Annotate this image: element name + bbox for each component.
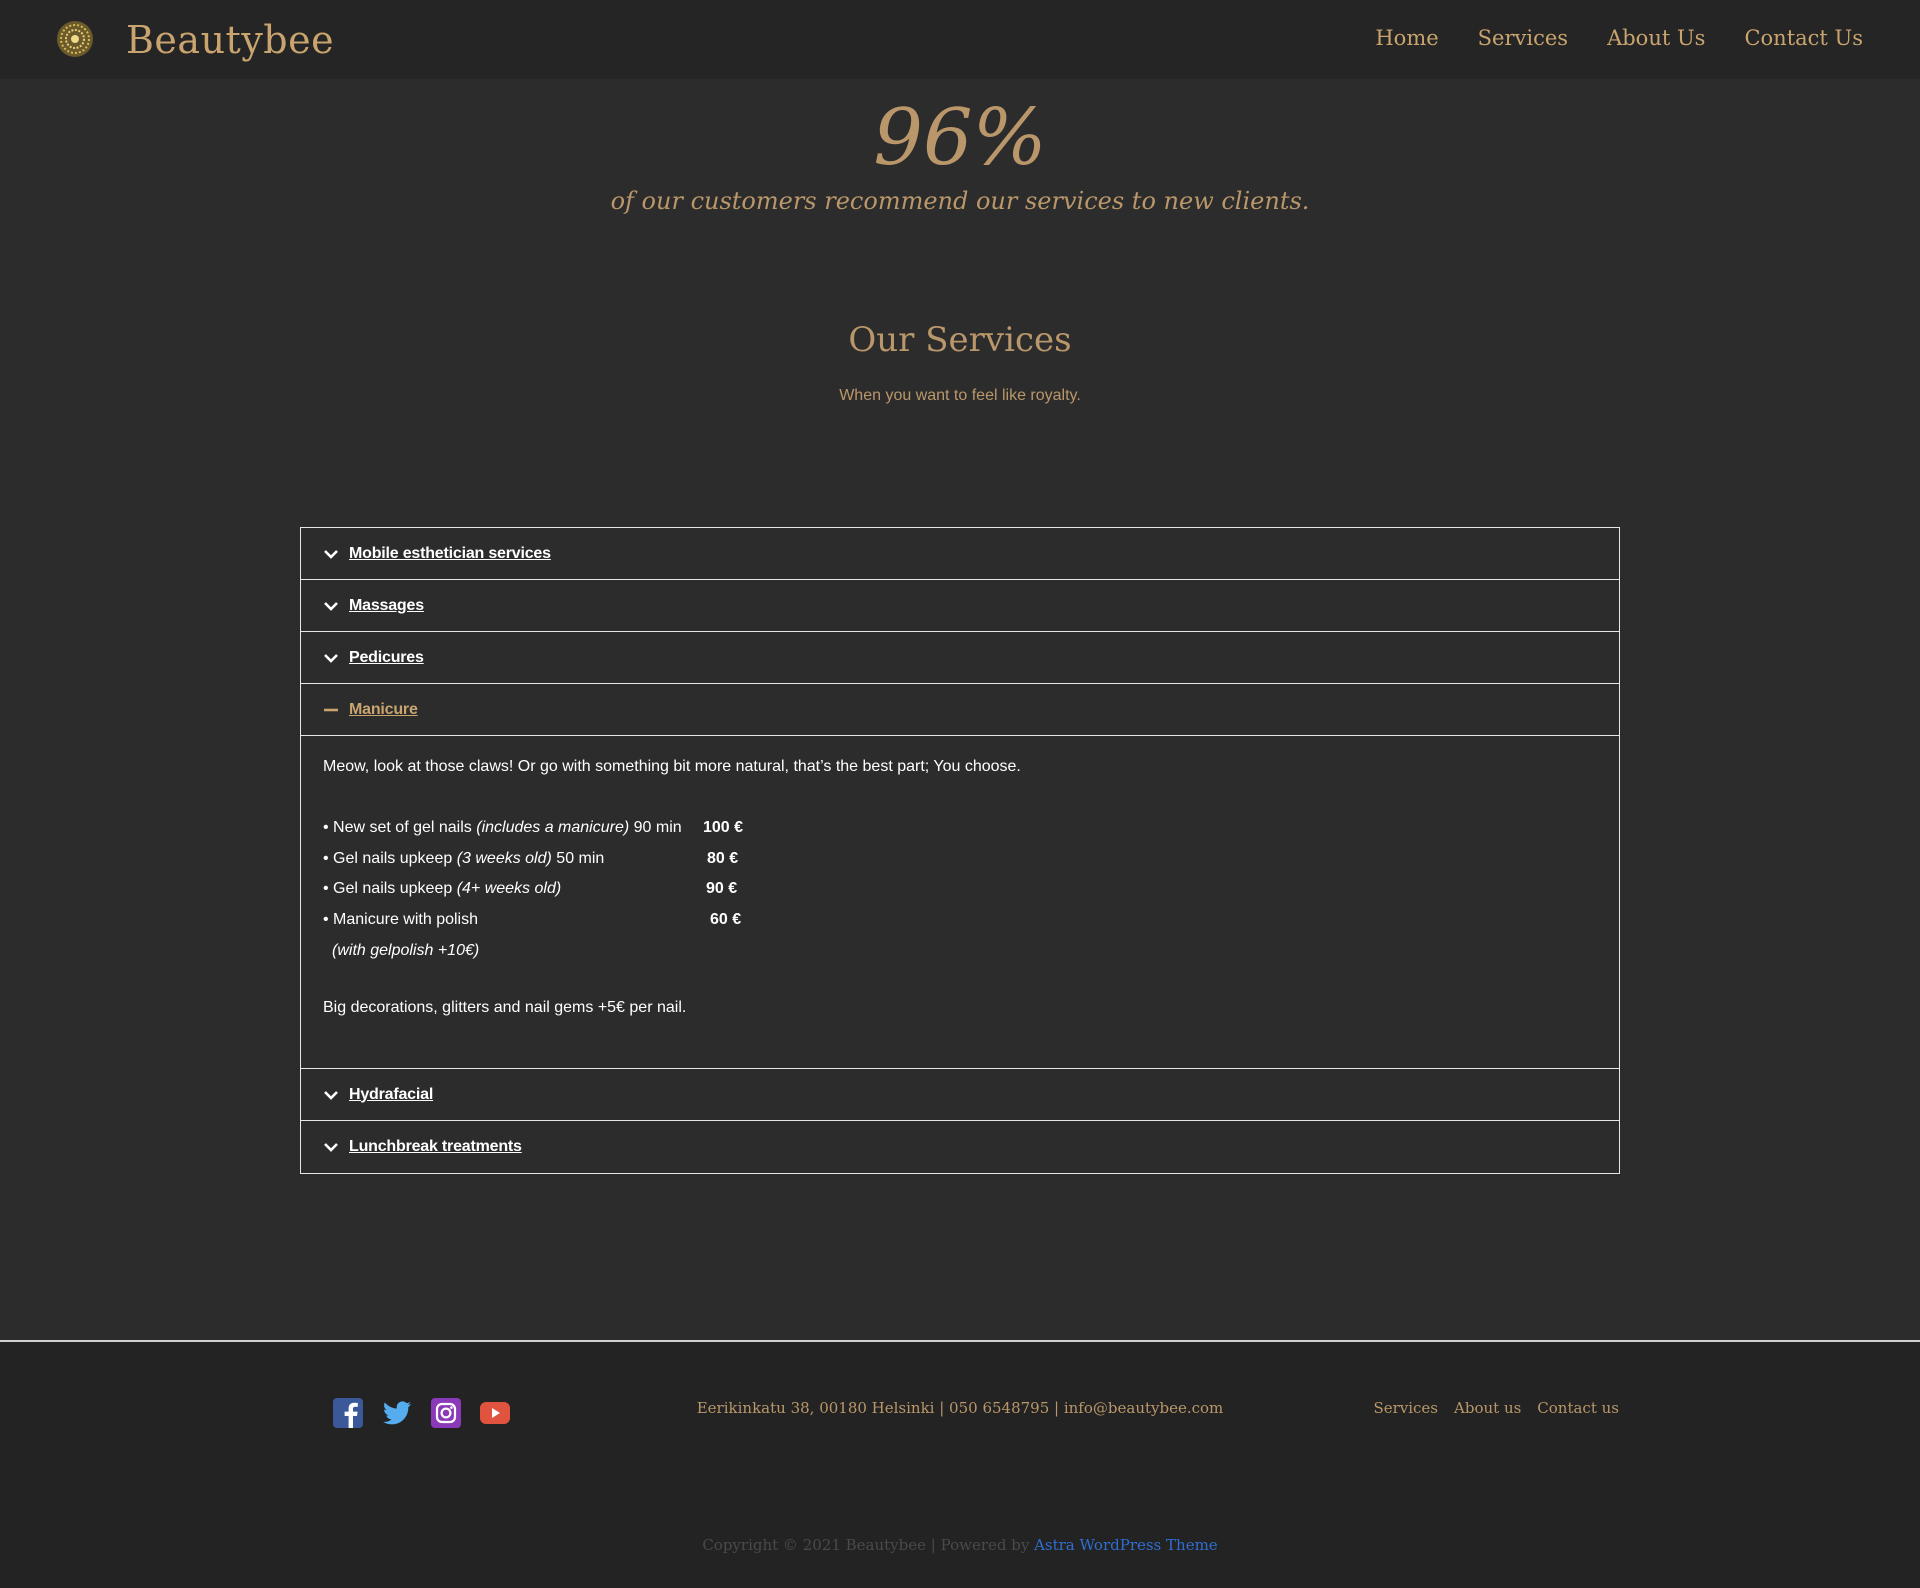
services-subtitle: When you want to feel like royalty. [839, 387, 1081, 404]
footer-contact: Eerikinkatu 38, 00180 Helsinki | 050 654… [696, 1399, 1224, 1417]
footer-link-about-us[interactable]: About us [1454, 1399, 1521, 1417]
gelpolish-note: (with gelpolish +10€) [332, 942, 480, 959]
chevron-down-icon [324, 601, 338, 611]
nav-contact-us[interactable]: Contact Us [1744, 26, 1863, 50]
accordion-item-mobile-esthetician[interactable]: Mobile esthetician services [301, 528, 1619, 580]
service-price: 80 € [707, 850, 739, 867]
service-price: 100 € [703, 819, 744, 836]
mandala-logo-icon[interactable] [55, 18, 95, 60]
accordion-label[interactable]: Hydrafacial [349, 1086, 433, 1104]
copyright-text: Copyright © 2021 Beautybee | Powered by [702, 1536, 1035, 1554]
accordion-item-massages[interactable]: Massages [301, 580, 1619, 632]
decorations-note: Big decorations, glitters and nail gems … [323, 999, 687, 1016]
service-name: • New set of gel nails (includes a manic… [323, 819, 682, 836]
footer-link-contact-us[interactable]: Contact us [1537, 1399, 1619, 1417]
accordion-item-manicure[interactable]: Manicure [301, 684, 1619, 736]
manicure-intro: Meow, look at those claws! Or go with so… [323, 758, 1021, 775]
nav-services[interactable]: Services [1478, 26, 1568, 50]
services-title: Our Services [848, 320, 1072, 360]
nav-about-us[interactable]: About Us [1607, 26, 1705, 50]
price-row: • New set of gel nails (includes a manic… [323, 819, 743, 841]
chevron-down-icon [324, 653, 338, 663]
price-row: • Gel nails upkeep (4+ weeks old) 90 € [323, 880, 737, 902]
service-name: • Gel nails upkeep (4+ weeks old) [323, 880, 562, 897]
accordion-item-pedicures[interactable]: Pedicures [301, 632, 1619, 684]
price-row: • Manicure with polish 60 € [323, 911, 741, 933]
stat-caption: of our customers recommend our services … [610, 187, 1310, 215]
astra-theme-link[interactable]: Astra WordPress Theme [1034, 1536, 1218, 1554]
services-accordion: Mobile esthetician services Massages Ped… [300, 527, 1620, 1174]
footer-nav: Services About us Contact us [1373, 1399, 1619, 1417]
chevron-down-icon [324, 1090, 338, 1100]
site-title[interactable]: Beautybee [126, 18, 334, 62]
service-price: 60 € [710, 911, 742, 928]
service-price: 90 € [706, 880, 738, 897]
service-name: • Gel nails upkeep (3 weeks old) 50 min [323, 850, 605, 867]
accordion-label[interactable]: Mobile esthetician services [349, 545, 551, 563]
site-header: Beautybee Home Services About Us Contact… [0, 0, 1920, 79]
accordion-item-lunchbreak[interactable]: Lunchbreak treatments [301, 1121, 1619, 1173]
chevron-down-icon [324, 549, 338, 559]
site-footer: Eerikinkatu 38, 00180 Helsinki | 050 654… [0, 1340, 1920, 1588]
service-name: • Manicure with polish [323, 911, 478, 928]
stat-value: 96% [873, 93, 1047, 183]
nav-home[interactable]: Home [1375, 26, 1438, 50]
footer-link-services[interactable]: Services [1373, 1399, 1438, 1417]
minus-icon [324, 708, 338, 711]
accordion-label[interactable]: Manicure [349, 701, 418, 719]
accordion-label[interactable]: Lunchbreak treatments [349, 1138, 522, 1156]
accordion-label[interactable]: Massages [349, 597, 424, 615]
accordion-label[interactable]: Pedicures [349, 649, 424, 667]
chevron-down-icon [324, 1143, 338, 1152]
manicure-panel: Meow, look at those claws! Or go with so… [301, 736, 1619, 1069]
price-row: • Gel nails upkeep (3 weeks old) 50 min … [323, 850, 738, 872]
accordion-item-hydrafacial[interactable]: Hydrafacial [301, 1069, 1619, 1121]
main-nav: Home Services About Us Contact Us [1375, 26, 1863, 50]
copyright: Copyright © 2021 Beautybee | Powered by … [0, 1536, 1920, 1554]
